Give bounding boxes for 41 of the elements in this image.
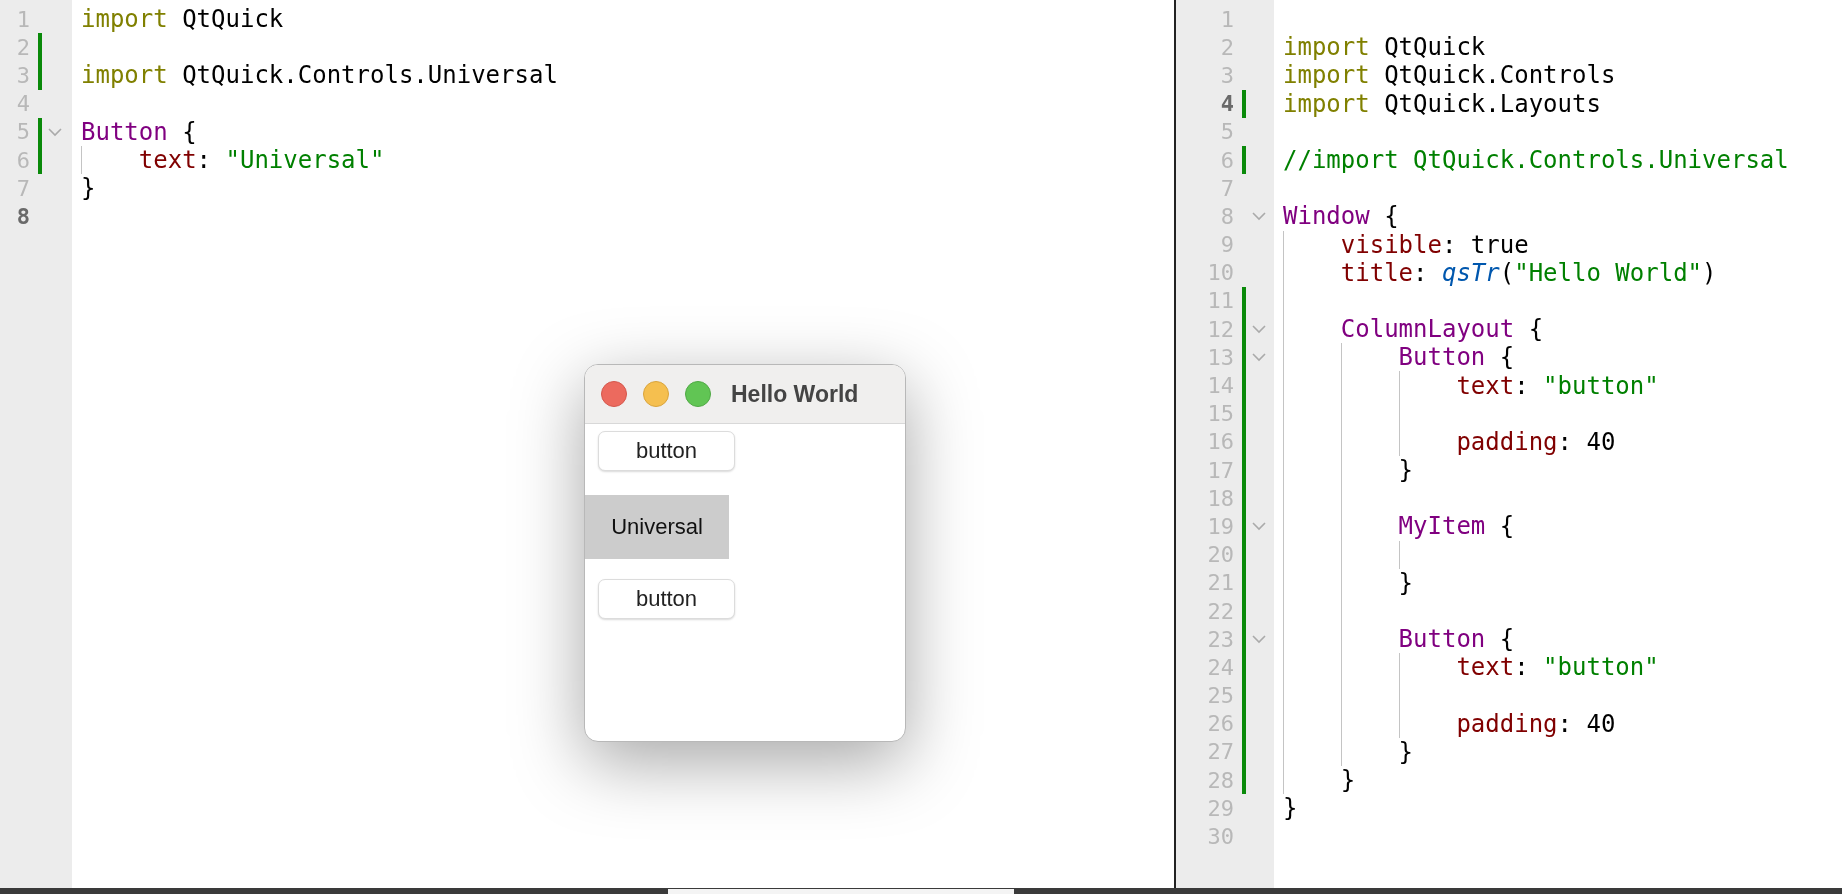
code-line: }	[1283, 794, 1298, 823]
code-line: text: "button"	[1456, 653, 1659, 682]
code-line: Window {	[1283, 202, 1399, 231]
code-line: import QtQuick.Layouts	[1283, 89, 1601, 118]
minimize-button[interactable]	[643, 381, 669, 407]
code-line: text: "button"	[1456, 371, 1659, 400]
code-line: }	[1398, 737, 1414, 766]
zoom-button[interactable]	[685, 381, 711, 407]
code-line: Button {	[1398, 625, 1515, 654]
fold-chevron-icon[interactable]	[1251, 521, 1267, 532]
code-line: import QtQuick	[1283, 33, 1486, 62]
code-line: //import QtQuick.Controls.Universal	[1283, 146, 1789, 175]
scrollbar-thumb[interactable]	[668, 889, 1014, 894]
fold-chevron-icon[interactable]	[1251, 324, 1267, 335]
code-line: import QtQuick	[81, 5, 284, 34]
code-line: }	[81, 174, 96, 203]
fold-chevron-icon[interactable]	[1251, 352, 1267, 363]
push-button[interactable]: button	[598, 579, 735, 619]
code-line: }	[1398, 568, 1414, 597]
code-line: title: qsTr("Hello World")	[1340, 258, 1717, 287]
code-line: text: "Universal"	[138, 146, 385, 175]
code-line: Button {	[1398, 343, 1515, 372]
code-line: import QtQuick.Controls.Universal	[81, 61, 558, 90]
code-line: }	[1398, 456, 1414, 485]
fold-chevron-icon[interactable]	[47, 126, 63, 137]
code-line: Button {	[81, 117, 197, 146]
code-line: import QtQuick.Controls	[1283, 61, 1616, 90]
fold-chevron-icon[interactable]	[1251, 634, 1267, 645]
fold-chevron-icon[interactable]	[1251, 211, 1267, 222]
code-line: padding: 40	[1456, 709, 1616, 738]
code-line: }	[1340, 766, 1356, 795]
line-number: 4	[1219, 91, 1234, 117]
code-line: visible: true	[1340, 230, 1529, 259]
close-button[interactable]	[601, 381, 627, 407]
window-title: Hello World	[731, 380, 859, 408]
code-line: MyItem {	[1398, 512, 1515, 541]
code-line: padding: 40	[1456, 427, 1616, 456]
line-number: 8	[15, 203, 30, 229]
universal-button[interactable]: Universal	[585, 495, 729, 559]
code-line: ColumnLayout {	[1340, 315, 1544, 344]
push-button[interactable]: button	[598, 431, 735, 471]
